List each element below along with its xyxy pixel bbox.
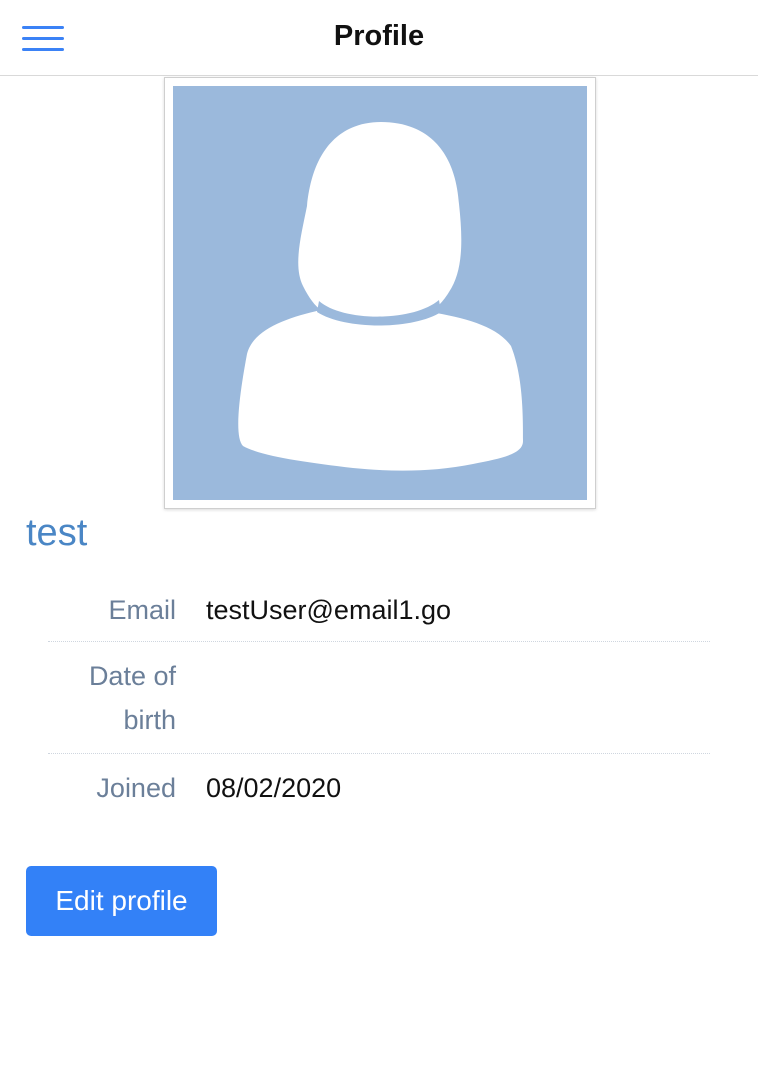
avatar-placeholder: [173, 86, 587, 500]
date-of-birth-row: Date of birth: [48, 642, 710, 754]
email-label: Email: [108, 595, 176, 625]
default-user-avatar-icon: [238, 122, 523, 471]
joined-row: Joined 08/02/2020: [48, 754, 710, 824]
email-row: Email testUser@email1.go: [48, 575, 710, 642]
profile-name: test: [26, 512, 88, 554]
avatar: [164, 77, 596, 509]
email-value: testUser@email1.go: [206, 595, 452, 625]
date-of-birth-value: [176, 642, 206, 753]
edit-profile-button[interactable]: Edit profile: [26, 866, 217, 936]
profile-info-table: Email testUser@email1.go Date of birth J…: [48, 575, 710, 824]
page-title: Profile: [333, 20, 425, 52]
joined-label: Joined: [96, 773, 176, 803]
joined-value: 08/02/2020: [206, 773, 342, 803]
top-navbar: Profile: [0, 0, 758, 76]
date-of-birth-label: Date of birth: [88, 661, 176, 735]
